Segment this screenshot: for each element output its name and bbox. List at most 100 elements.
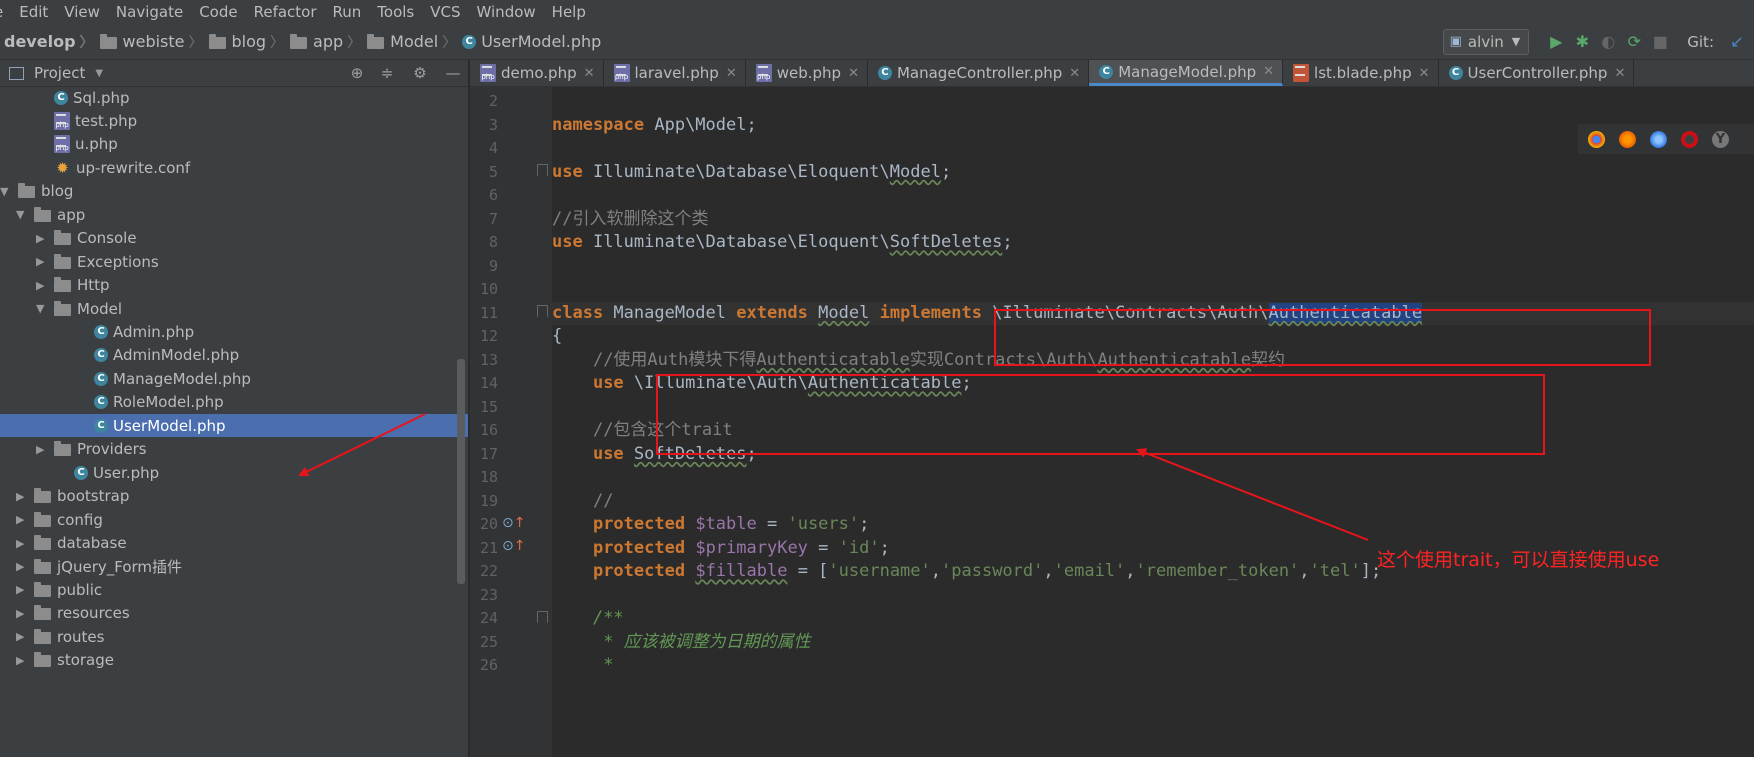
chevron-right-icon[interactable]: ▶	[16, 583, 34, 596]
tree-file[interactable]: ✹ up-rewrite.conf	[0, 156, 468, 179]
editor-tab[interactable]: php laravel.php ✕	[604, 60, 746, 86]
menu-item[interactable]: Edit	[11, 3, 56, 21]
close-icon[interactable]: ✕	[848, 66, 859, 81]
code-line[interactable]	[552, 137, 1754, 160]
close-icon[interactable]: ✕	[1263, 64, 1274, 79]
stop-icon[interactable]: ■	[1647, 32, 1673, 51]
tree-folder[interactable]: ▶ Http	[0, 274, 468, 297]
tree-folder[interactable]: ▶ jQuery_Form插件	[0, 555, 468, 578]
chevron-right-icon[interactable]: ▶	[16, 654, 34, 667]
breadcrumb-item[interactable]: blog 〉	[208, 32, 291, 52]
breadcrumb-item[interactable]: app 〉	[290, 32, 367, 52]
editor-tab[interactable]: php web.php ✕	[746, 60, 868, 86]
gear-icon[interactable]: ⚙	[402, 64, 438, 82]
tree-file[interactable]: C AdminModel.php	[0, 344, 468, 367]
coverage-icon[interactable]: ◐	[1595, 32, 1621, 51]
run-config-select[interactable]: ▣ alvin ▼	[1442, 28, 1530, 55]
tree-folder[interactable]: ▶ storage	[0, 649, 468, 672]
close-icon[interactable]: ✕	[584, 66, 595, 81]
editor-tab[interactable]: C ManageModel.php ✕	[1089, 60, 1284, 86]
fold-marker-icon[interactable]	[537, 164, 548, 176]
chevron-right-icon[interactable]: ▶	[16, 630, 34, 643]
code-line[interactable]: use Illuminate\Database\Eloquent\Model;	[552, 161, 1754, 184]
reload-icon[interactable]: ⟳	[1621, 32, 1647, 51]
git-update-icon[interactable]: ↙	[1724, 32, 1750, 51]
safari-icon[interactable]	[1650, 130, 1667, 148]
menu-item[interactable]: Refactor	[246, 3, 325, 21]
yandex-icon[interactable]: Y	[1712, 130, 1729, 148]
code-line[interactable]: namespace App\Model;	[552, 114, 1754, 137]
debug-icon[interactable]: ✱	[1569, 32, 1595, 51]
close-icon[interactable]: ✕	[726, 66, 737, 81]
locate-icon[interactable]: ⊕	[342, 64, 372, 82]
tree-folder[interactable]: ▶ routes	[0, 625, 468, 648]
project-title[interactable]: Project	[34, 64, 85, 82]
close-icon[interactable]: ✕	[1419, 66, 1430, 81]
fold-marker-icon[interactable]	[537, 611, 548, 623]
tree-folder[interactable]: ▶ database	[0, 532, 468, 555]
chevron-down-icon[interactable]: ▼	[36, 302, 54, 315]
tree-folder[interactable]: ▶ bootstrap	[0, 485, 468, 508]
fold-marker-icon[interactable]	[537, 305, 548, 317]
collapse-all-icon[interactable]: ≑	[372, 64, 402, 82]
menu-item[interactable]: Tools	[369, 3, 422, 21]
chevron-right-icon[interactable]: ▶	[36, 232, 54, 245]
code-line[interactable]: *	[552, 654, 1754, 677]
breadcrumb-root[interactable]: develop 〉	[4, 32, 100, 52]
close-icon[interactable]: ✕	[1614, 66, 1625, 81]
tree-folder[interactable]: ▶ Exceptions	[0, 250, 468, 273]
code-line[interactable]	[552, 466, 1754, 489]
chevron-right-icon[interactable]: ▶	[16, 560, 34, 573]
code-line[interactable]: //	[552, 490, 1754, 513]
editor-tab[interactable]: php demo.php ✕	[470, 60, 604, 86]
opera-icon[interactable]	[1681, 130, 1698, 148]
menu-item[interactable]: Window	[469, 3, 544, 21]
menu-item[interactable]: Navigate	[108, 3, 191, 21]
editor-tab[interactable]: lst.blade.php ✕	[1283, 60, 1439, 86]
tree-file[interactable]: C UserModel.php	[0, 414, 468, 438]
tree-folder[interactable]: ▼ Model	[0, 297, 468, 320]
tree-file[interactable]: C User.php	[0, 461, 468, 484]
code-line[interactable]: * 应该被调整为日期的属性	[552, 631, 1754, 654]
close-icon[interactable]: ✕	[1069, 66, 1080, 81]
tree-scrollbar[interactable]	[457, 359, 465, 584]
editor-tab[interactable]: C ManageController.php ✕	[868, 60, 1090, 86]
editor-tab[interactable]: C UserController.php ✕	[1439, 60, 1635, 86]
code-line[interactable]	[552, 184, 1754, 207]
chevron-right-icon[interactable]: ▶	[16, 607, 34, 620]
tree-folder[interactable]: ▶ config	[0, 508, 468, 531]
chevron-down-icon[interactable]: ▼	[95, 68, 103, 79]
tree-file[interactable]: C Sql.php	[0, 87, 468, 109]
override-icon[interactable]: ⊙↑	[502, 515, 525, 533]
code-line[interactable]: protected $table = 'users';	[552, 513, 1754, 536]
breadcrumb-item[interactable]: Model 〉	[367, 32, 462, 52]
hide-icon[interactable]: —	[438, 64, 468, 82]
chevron-down-icon[interactable]: ▼	[16, 208, 34, 221]
chevron-right-icon[interactable]: ▶	[16, 490, 34, 503]
tree-folder[interactable]: ▼ blog	[0, 180, 468, 203]
override-icon[interactable]: ⊙↑	[502, 538, 525, 556]
code-line[interactable]: /**	[552, 607, 1754, 630]
code-line[interactable]: //引入软删除这个类	[552, 208, 1754, 231]
tree-file[interactable]: php u.php	[0, 133, 468, 156]
run-icon[interactable]: ▶	[1543, 32, 1569, 51]
tree-file[interactable]: php test.php	[0, 109, 468, 132]
chevron-right-icon[interactable]: ▶	[36, 279, 54, 292]
code-line[interactable]	[552, 90, 1754, 113]
menu-item[interactable]: VCS	[422, 3, 468, 21]
chevron-right-icon[interactable]: ▶	[16, 537, 34, 550]
chrome-icon[interactable]	[1588, 130, 1605, 148]
tree-folder[interactable]: ▶ resources	[0, 602, 468, 625]
menu-item[interactable]: Help	[544, 3, 594, 21]
menu-item[interactable]: e	[0, 3, 11, 21]
chevron-down-icon[interactable]: ▼	[0, 185, 18, 198]
tree-file[interactable]: C RoleModel.php	[0, 391, 468, 414]
code-line[interactable]	[552, 278, 1754, 301]
breadcrumb-item[interactable]: webiste 〉	[99, 32, 209, 52]
tree-file[interactable]: C Admin.php	[0, 321, 468, 344]
tree-folder[interactable]: ▶ Providers	[0, 438, 468, 461]
tree-folder[interactable]: ▶ public	[0, 578, 468, 601]
firefox-icon[interactable]	[1619, 130, 1636, 148]
chevron-right-icon[interactable]: ▶	[16, 513, 34, 526]
code-line[interactable]	[552, 255, 1754, 278]
